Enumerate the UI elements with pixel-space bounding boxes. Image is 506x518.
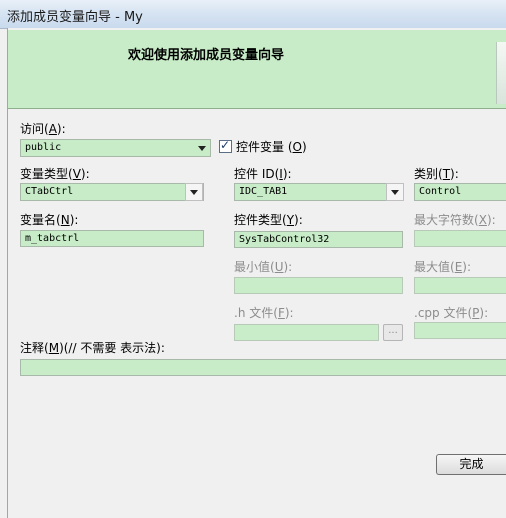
control-id-label: 控件 ID(I): — [234, 167, 292, 181]
control-variable-checkbox[interactable]: ✓ — [219, 138, 232, 153]
comment-input[interactable] — [20, 359, 506, 376]
control-id-value: IDC_TAB1 — [239, 186, 288, 197]
variable-type-combobox[interactable]: CTabCtrl — [20, 183, 204, 201]
category-combobox[interactable]: Control — [414, 183, 506, 201]
comment-label: 注释(M)(// 不需要 表示法): — [20, 341, 165, 355]
h-file-input[interactable] — [234, 324, 379, 341]
wizard-banner: 欢迎使用添加成员变量向导 — [8, 30, 506, 109]
banner-image — [496, 42, 506, 104]
chevron-down-icon — [198, 146, 206, 151]
cpp-file-label: .cpp 文件(P): — [414, 306, 489, 320]
variable-type-value: CTabCtrl — [25, 186, 74, 197]
banner-heading: 欢迎使用添加成员变量向导 — [128, 48, 285, 63]
max-chars-label: 最大字符数(X): — [414, 213, 496, 227]
access-label: 访问(A): — [20, 122, 66, 136]
variable-name-label: 变量名(N): — [20, 213, 79, 227]
min-value-label: 最小值(U): — [234, 260, 293, 274]
category-label: 类别(T): — [414, 167, 459, 181]
cpp-file-input[interactable] — [414, 322, 506, 339]
finish-button[interactable]: 完成 — [436, 454, 506, 475]
access-value: public — [25, 142, 62, 153]
chevron-down-icon — [190, 190, 198, 195]
access-combobox[interactable]: public — [20, 139, 211, 157]
variable-name-input[interactable]: m_tabctrl — [20, 230, 204, 247]
h-file-label: .h 文件(F): — [234, 306, 294, 320]
check-icon: ✓ — [220, 138, 231, 152]
category-value: Control — [419, 186, 462, 197]
control-variable-label[interactable]: 控件变量 (O) — [236, 138, 307, 155]
chevron-down-icon — [391, 190, 399, 195]
control-id-dropdown-button[interactable] — [386, 183, 404, 201]
wizard-client-area: 欢迎使用添加成员变量向导 访问(A): public ✓ 控件变量 (O) 变量… — [7, 28, 506, 518]
h-file-browse-button[interactable]: ... — [383, 324, 403, 341]
window-title: 添加成员变量向导 - My — [7, 10, 143, 25]
variable-type-label: 变量类型(V): — [20, 167, 90, 181]
title-bar: 添加成员变量向导 - My — [0, 0, 506, 29]
max-value-input[interactable] — [414, 277, 506, 294]
min-value-input[interactable] — [234, 277, 403, 294]
variable-type-dropdown-button[interactable] — [185, 183, 203, 201]
control-type-label: 控件类型(Y): — [234, 213, 303, 227]
max-value-label: 最大值(E): — [414, 260, 472, 274]
max-chars-input[interactable] — [414, 230, 506, 247]
control-id-combobox[interactable]: IDC_TAB1 — [234, 183, 404, 201]
control-type-field[interactable]: SysTabControl32 — [234, 231, 403, 248]
